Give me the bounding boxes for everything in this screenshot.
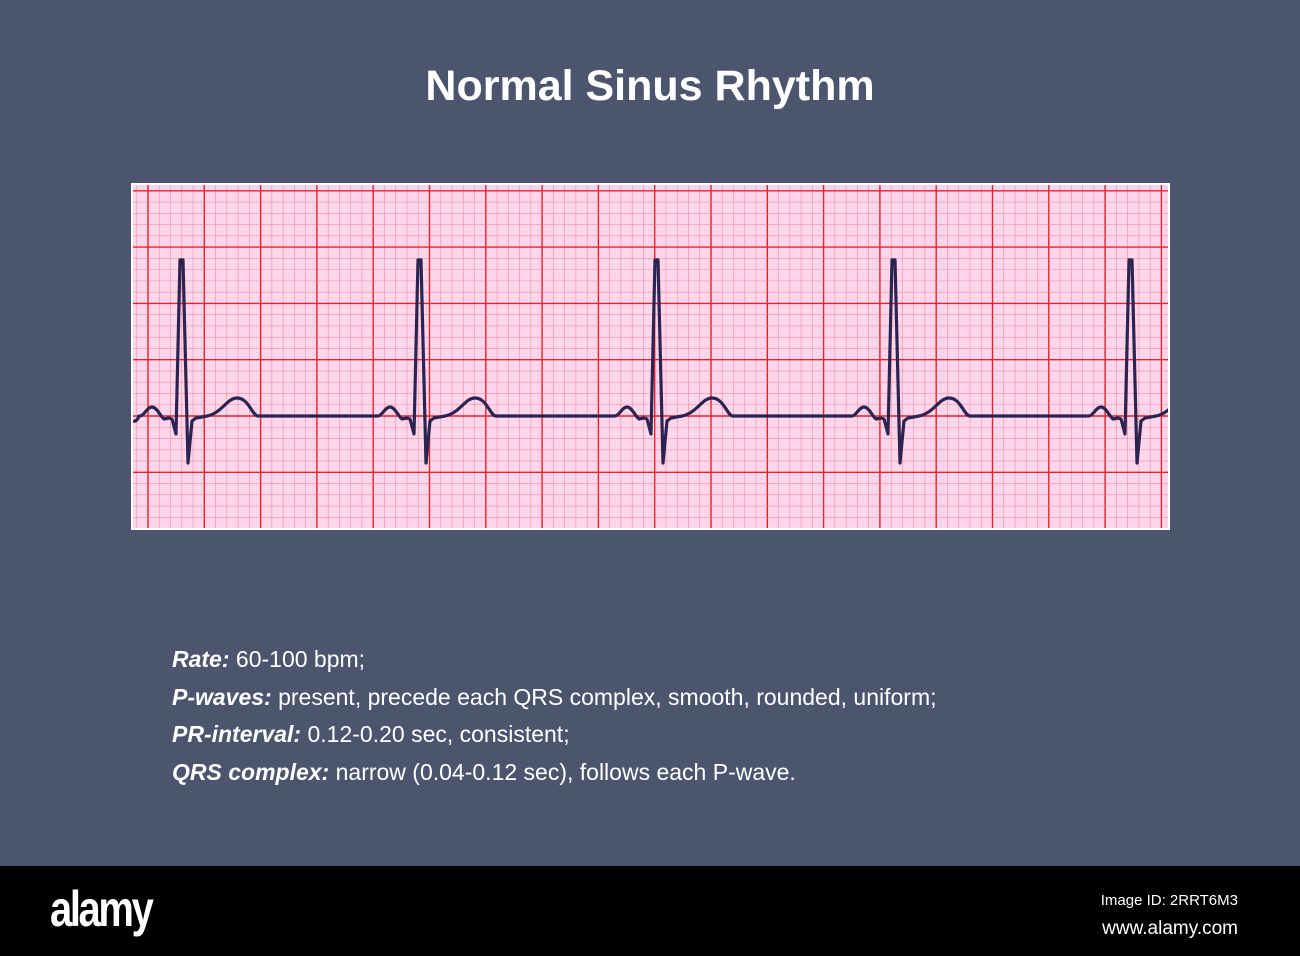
criteria-label: P-waves: bbox=[172, 683, 272, 710]
site-url: www.alamy.com bbox=[1102, 918, 1238, 939]
criteria-text: 0.12-0.20 sec, consistent; bbox=[301, 721, 570, 747]
image-id: Image ID: 2RRT6M3 bbox=[1100, 892, 1238, 909]
criteria-text: present, precede each QRS complex, smoot… bbox=[271, 683, 937, 710]
criteria-pr-interval: PR-interval: 0.12-0.20 sec, consistent; bbox=[172, 716, 937, 754]
criteria-list: Rate: 60-100 bpm; P-waves: present, prec… bbox=[172, 641, 937, 791]
ecg-paper bbox=[133, 185, 1168, 528]
criteria-qrs: QRS complex: narrow (0.04-0.12 sec), fol… bbox=[172, 754, 937, 792]
criteria-rate: Rate: 60-100 bpm; bbox=[172, 641, 937, 679]
ecg-strip bbox=[131, 183, 1170, 530]
criteria-text: narrow (0.04-0.12 sec), follows each P-w… bbox=[329, 758, 796, 785]
page-title: Normal Sinus Rhythm bbox=[425, 62, 875, 110]
criteria-label: PR-interval: bbox=[172, 721, 302, 747]
ecg-grid bbox=[133, 185, 1168, 528]
criteria-label: Rate: bbox=[172, 646, 230, 672]
criteria-label: QRS complex: bbox=[172, 758, 330, 785]
footer-bar: alamy Image ID: 2RRT6M3 www.alamy.com bbox=[0, 866, 1300, 956]
alamy-logo: alamy bbox=[50, 881, 154, 937]
criteria-text: 60-100 bpm; bbox=[229, 646, 366, 672]
criteria-p-waves: P-waves: present, precede each QRS compl… bbox=[172, 679, 937, 717]
